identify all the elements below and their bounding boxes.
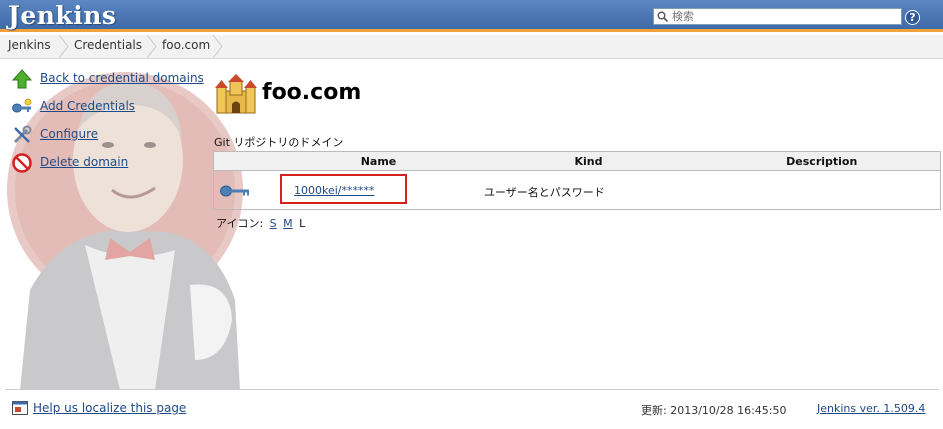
domain-description: Git リポジトリのドメイン bbox=[214, 136, 344, 149]
page-title: foo.com bbox=[262, 80, 362, 105]
credential-key-icon bbox=[220, 185, 249, 197]
icon-size-s[interactable]: S bbox=[270, 217, 277, 230]
key-icon bbox=[12, 98, 32, 113]
table-header-name[interactable]: Name bbox=[283, 151, 474, 171]
search-box[interactable] bbox=[653, 8, 902, 25]
last-updated: 更新: 2013/10/28 16:45:50 bbox=[641, 404, 787, 417]
table-header-kind[interactable]: Kind bbox=[473, 151, 704, 171]
header-bar: Jenkins ? bbox=[0, 0, 943, 32]
configure-link[interactable]: Configure bbox=[40, 127, 98, 141]
version-link[interactable]: Jenkins ver. 1.509.4 bbox=[817, 402, 925, 415]
delete-domain-link[interactable]: Delete domain bbox=[40, 155, 128, 169]
table-header-description[interactable]: Description bbox=[703, 151, 941, 171]
jenkins-logo[interactable]: Jenkins bbox=[8, 1, 116, 30]
no-entry-icon bbox=[12, 153, 32, 173]
search-input[interactable] bbox=[672, 9, 898, 24]
breadcrumb-jenkins[interactable]: Jenkins bbox=[8, 35, 51, 58]
back-to-domains-link[interactable]: Back to credential domains bbox=[40, 71, 204, 85]
icon-size-selector: アイコン: S M L bbox=[216, 215, 305, 231]
table-icon-header bbox=[213, 151, 284, 171]
footer-divider bbox=[5, 389, 939, 390]
breadcrumb-separator-icon bbox=[212, 35, 223, 58]
breadcrumb-separator-icon bbox=[58, 35, 69, 58]
icon-size-m[interactable]: M bbox=[283, 217, 293, 230]
credential-link[interactable]: 1000kei/****** bbox=[294, 184, 375, 197]
icon-size-label: アイコン: bbox=[216, 217, 264, 230]
breadcrumb-separator-icon bbox=[146, 35, 157, 58]
localize-icon bbox=[12, 401, 28, 415]
icon-size-l: L bbox=[299, 217, 306, 230]
breadcrumb-credentials[interactable]: Credentials bbox=[74, 35, 142, 58]
breadcrumb-foo-com[interactable]: foo.com bbox=[162, 35, 210, 58]
table-header-row: Name Kind Description bbox=[213, 151, 941, 171]
search-icon bbox=[657, 11, 668, 22]
breadcrumb: Jenkins Credentials foo.com bbox=[0, 35, 943, 59]
wrench-icon bbox=[13, 125, 32, 144]
localize-link[interactable]: Help us localize this page bbox=[33, 401, 186, 415]
row-description-cell bbox=[704, 171, 941, 210]
help-icon[interactable]: ? bbox=[905, 10, 920, 25]
add-credentials-link[interactable]: Add Credentials bbox=[40, 99, 135, 113]
credential-kind: ユーザー名とパスワード bbox=[484, 186, 605, 199]
up-arrow-icon bbox=[12, 69, 32, 89]
castle-icon bbox=[215, 74, 257, 114]
